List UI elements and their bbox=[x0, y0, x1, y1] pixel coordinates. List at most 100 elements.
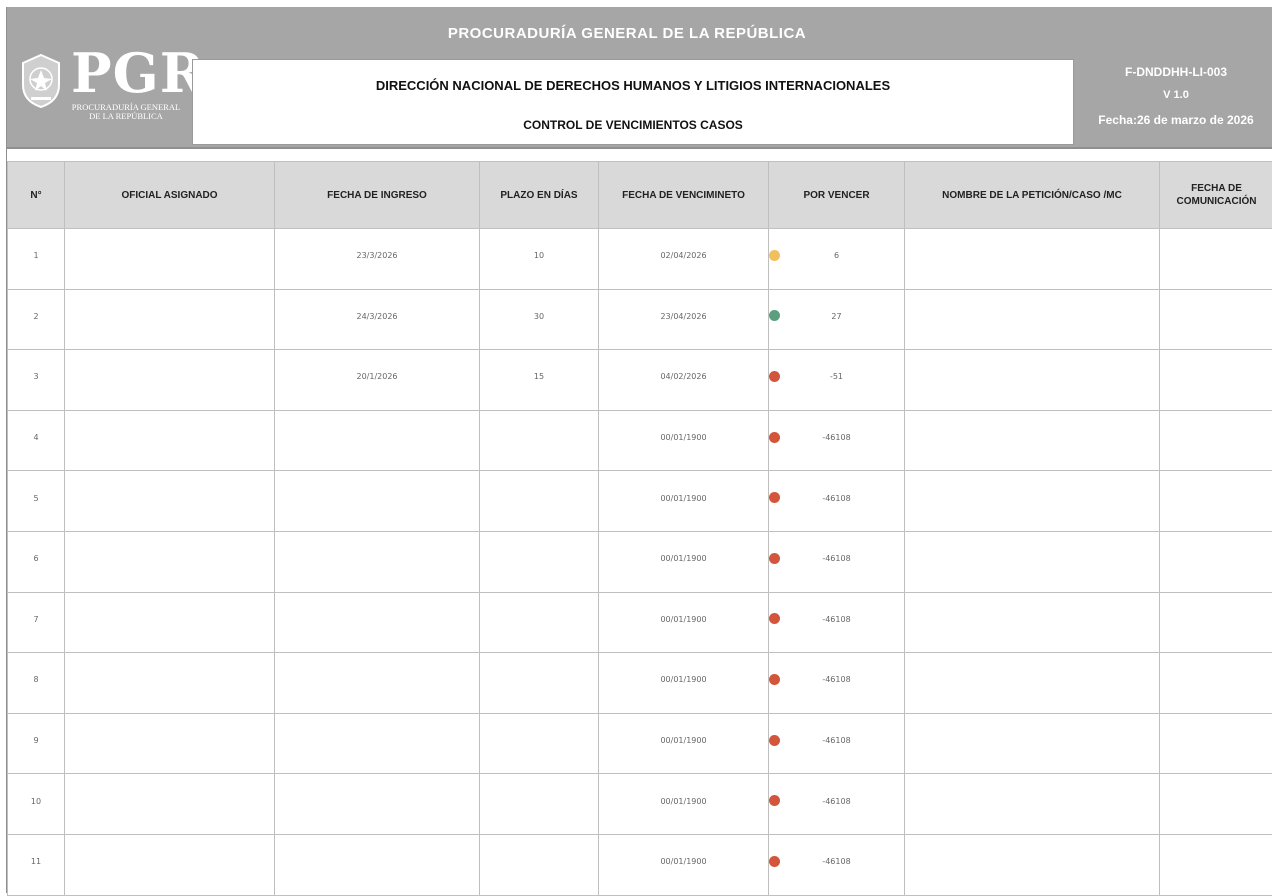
cell-intake-date[interactable] bbox=[275, 592, 480, 653]
cell-due-date[interactable]: 04/02/2026 bbox=[599, 350, 769, 411]
cell-officer[interactable] bbox=[65, 653, 275, 714]
cell-case-name[interactable] bbox=[905, 350, 1160, 411]
cell-communication-date[interactable] bbox=[1160, 834, 1272, 895]
col-header-communication-date[interactable]: FECHA DE COMUNICACIÓN bbox=[1160, 162, 1272, 229]
cell-officer[interactable] bbox=[65, 229, 275, 290]
cell-remaining[interactable]: -46108 bbox=[769, 531, 905, 592]
cell-officer[interactable] bbox=[65, 531, 275, 592]
cell-intake-date[interactable] bbox=[275, 834, 480, 895]
cell-case-name[interactable] bbox=[905, 410, 1160, 471]
cell-due-date[interactable]: 00/01/1900 bbox=[599, 713, 769, 774]
cell-case-name[interactable] bbox=[905, 653, 1160, 714]
col-header-intake-date[interactable]: FECHA DE INGRESO bbox=[275, 162, 480, 229]
cell-case-name[interactable] bbox=[905, 229, 1160, 290]
cell-term-days-text: 30 bbox=[534, 312, 544, 321]
cell-term-days[interactable] bbox=[480, 834, 599, 895]
cell-due-date[interactable]: 00/01/1900 bbox=[599, 531, 769, 592]
cell-term-days[interactable] bbox=[480, 410, 599, 471]
cell-remaining[interactable]: -46108 bbox=[769, 713, 905, 774]
cell-communication-date[interactable] bbox=[1160, 410, 1272, 471]
cell-intake-date[interactable]: 20/1/2026 bbox=[275, 350, 480, 411]
cell-due-date[interactable]: 00/01/1900 bbox=[599, 592, 769, 653]
cell-number[interactable]: 5 bbox=[8, 471, 65, 532]
cell-number[interactable]: 7 bbox=[8, 592, 65, 653]
cell-intake-date[interactable] bbox=[275, 471, 480, 532]
cell-officer[interactable] bbox=[65, 471, 275, 532]
cell-communication-date[interactable] bbox=[1160, 531, 1272, 592]
cell-case-name[interactable] bbox=[905, 592, 1160, 653]
cell-officer[interactable] bbox=[65, 592, 275, 653]
cell-communication-date[interactable] bbox=[1160, 592, 1272, 653]
cell-term-days[interactable] bbox=[480, 713, 599, 774]
cell-remaining[interactable]: 27 bbox=[769, 289, 905, 350]
cell-number[interactable]: 1 bbox=[8, 229, 65, 290]
cell-term-days[interactable] bbox=[480, 653, 599, 714]
cell-number[interactable]: 6 bbox=[8, 531, 65, 592]
cell-communication-date[interactable] bbox=[1160, 350, 1272, 411]
cell-due-date[interactable]: 00/01/1900 bbox=[599, 471, 769, 532]
cell-officer[interactable] bbox=[65, 350, 275, 411]
cell-intake-date[interactable] bbox=[275, 410, 480, 471]
col-header-term-days[interactable]: PLAZO EN DÍAS bbox=[480, 162, 599, 229]
cell-intake-date[interactable]: 24/3/2026 bbox=[275, 289, 480, 350]
cell-due-date[interactable]: 00/01/1900 bbox=[599, 410, 769, 471]
cell-term-days[interactable]: 15 bbox=[480, 350, 599, 411]
cell-communication-date[interactable] bbox=[1160, 289, 1272, 350]
cell-remaining[interactable]: -46108 bbox=[769, 653, 905, 714]
cell-number[interactable]: 10 bbox=[8, 774, 65, 835]
cell-number[interactable]: 3 bbox=[8, 350, 65, 411]
cell-remaining[interactable]: -46108 bbox=[769, 592, 905, 653]
cell-intake-date[interactable]: 23/3/2026 bbox=[275, 229, 480, 290]
cell-intake-date[interactable] bbox=[275, 713, 480, 774]
cell-term-days[interactable]: 10 bbox=[480, 229, 599, 290]
cell-remaining[interactable]: -46108 bbox=[769, 834, 905, 895]
col-header-remaining[interactable]: POR VENCER bbox=[769, 162, 905, 229]
cell-officer[interactable] bbox=[65, 713, 275, 774]
col-header-officer[interactable]: OFICIAL ASIGNADO bbox=[65, 162, 275, 229]
cell-number[interactable]: 11 bbox=[8, 834, 65, 895]
cell-case-name[interactable] bbox=[905, 774, 1160, 835]
cell-case-name[interactable] bbox=[905, 834, 1160, 895]
cell-communication-date[interactable] bbox=[1160, 471, 1272, 532]
cell-communication-date[interactable] bbox=[1160, 653, 1272, 714]
cell-communication-date[interactable] bbox=[1160, 774, 1272, 835]
cell-officer[interactable] bbox=[65, 410, 275, 471]
cell-remaining[interactable]: -51 bbox=[769, 350, 905, 411]
cell-remaining[interactable]: -46108 bbox=[769, 410, 905, 471]
cell-intake-date[interactable] bbox=[275, 774, 480, 835]
cell-intake-date[interactable] bbox=[275, 531, 480, 592]
cell-number[interactable]: 9 bbox=[8, 713, 65, 774]
cell-remaining[interactable]: 6 bbox=[769, 229, 905, 290]
cell-term-days[interactable]: 30 bbox=[480, 289, 599, 350]
cell-officer[interactable] bbox=[65, 289, 275, 350]
cell-number[interactable]: 4 bbox=[8, 410, 65, 471]
cell-case-name[interactable] bbox=[905, 289, 1160, 350]
cell-case-name[interactable] bbox=[905, 531, 1160, 592]
cell-remaining[interactable]: -46108 bbox=[769, 471, 905, 532]
col-header-case-name[interactable]: NOMBRE DE LA PETICIÓN/CASO /MC bbox=[905, 162, 1160, 229]
table-row: 11 00/01/1900-46108 bbox=[8, 834, 1272, 895]
cell-number[interactable]: 8 bbox=[8, 653, 65, 714]
col-header-due-date[interactable]: FECHA DE VENCIMINETO bbox=[599, 162, 769, 229]
cell-due-date[interactable]: 00/01/1900 bbox=[599, 653, 769, 714]
cell-term-days[interactable] bbox=[480, 471, 599, 532]
cell-term-days[interactable] bbox=[480, 531, 599, 592]
cell-officer[interactable] bbox=[65, 834, 275, 895]
cell-communication-date[interactable] bbox=[1160, 229, 1272, 290]
cell-term-days[interactable] bbox=[480, 592, 599, 653]
cell-due-date[interactable]: 00/01/1900 bbox=[599, 834, 769, 895]
cell-remaining[interactable]: -46108 bbox=[769, 774, 905, 835]
cell-case-name[interactable] bbox=[905, 471, 1160, 532]
cell-term-days[interactable] bbox=[480, 774, 599, 835]
col-header-number[interactable]: N° bbox=[8, 162, 65, 229]
cell-number-text: 1 bbox=[33, 251, 38, 260]
cell-case-name[interactable] bbox=[905, 713, 1160, 774]
cell-due-date[interactable]: 00/01/1900 bbox=[599, 774, 769, 835]
cell-intake-date[interactable] bbox=[275, 653, 480, 714]
cell-officer[interactable] bbox=[65, 774, 275, 835]
cell-intake-date-text: 24/3/2026 bbox=[356, 312, 397, 321]
cell-number[interactable]: 2 bbox=[8, 289, 65, 350]
cell-due-date[interactable]: 02/04/2026 bbox=[599, 229, 769, 290]
cell-communication-date[interactable] bbox=[1160, 713, 1272, 774]
cell-due-date[interactable]: 23/04/2026 bbox=[599, 289, 769, 350]
